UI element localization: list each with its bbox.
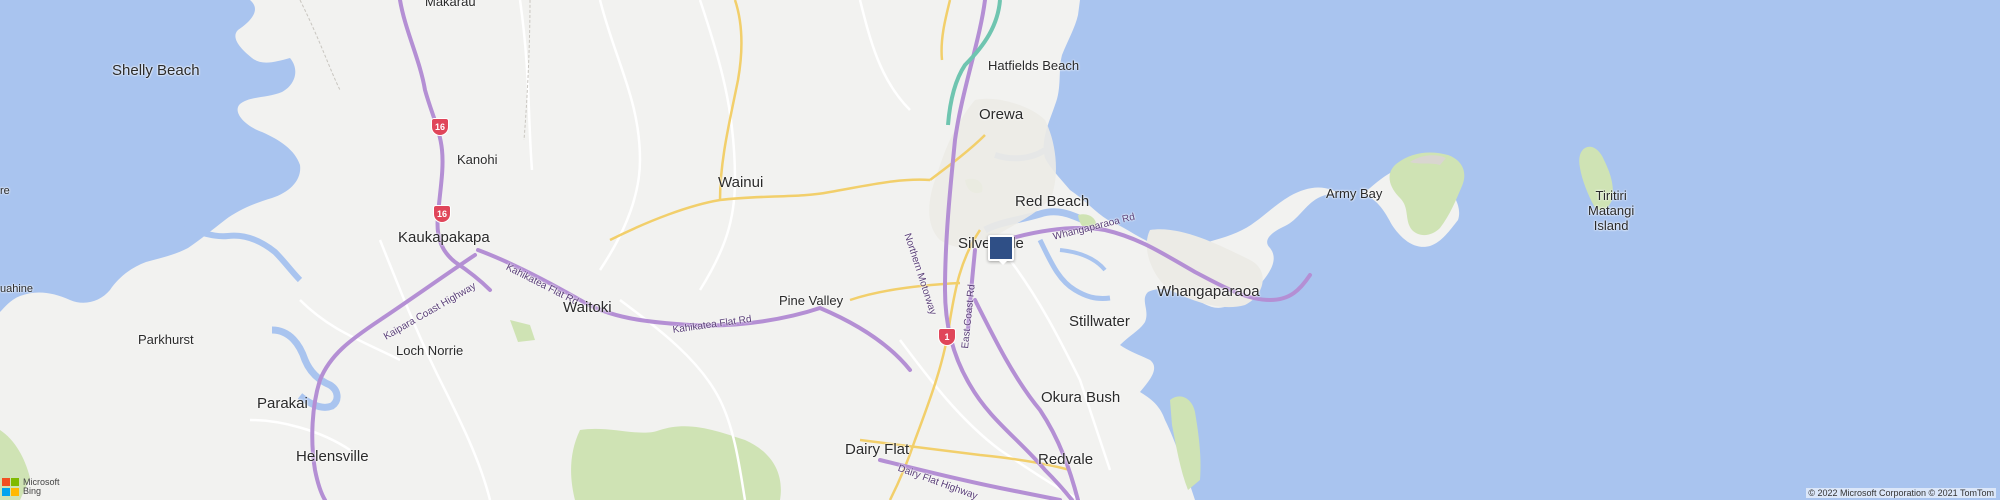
map-copyright: © 2022 Microsoft Corporation © 2021 TomT…: [1806, 488, 1996, 498]
place-label-kaukapakapa[interactable]: Kaukapakapa: [398, 229, 490, 246]
microsoft-logo-icon: [2, 478, 20, 496]
place-label-waitoki[interactable]: Waitoki: [563, 299, 612, 316]
location-marker-icon[interactable]: [988, 235, 1014, 265]
place-label-army-bay[interactable]: Army Bay: [1326, 186, 1382, 201]
sh16-shield-north: 16: [431, 118, 449, 136]
sh1-shield: 1: [938, 328, 956, 346]
place-label-edge-partial[interactable]: re: [0, 185, 10, 197]
map-canvas[interactable]: 16 16 1 Northern Motorway Whangaparaoa R…: [0, 0, 2000, 500]
place-label-parakai[interactable]: Parakai: [257, 395, 308, 412]
place-label-pine-valley[interactable]: Pine Valley: [779, 293, 843, 308]
place-label-makarau[interactable]: Makarau: [425, 0, 476, 9]
place-label-okura-bush[interactable]: Okura Bush: [1041, 389, 1120, 406]
place-label-loch-norrie[interactable]: Loch Norrie: [396, 343, 463, 358]
place-label-wainui[interactable]: Wainui: [718, 174, 763, 191]
place-label-orewa[interactable]: Orewa: [979, 106, 1023, 123]
island-name-line3: Island: [1593, 218, 1629, 233]
bing-logo-text: Microsoft Bing: [23, 478, 60, 496]
island-name-line1: Tiritiri: [1595, 188, 1627, 203]
place-label-kuahine-partial[interactable]: uahine: [0, 283, 33, 295]
sh16-shield-south: 16: [433, 205, 451, 223]
place-label-kanohi[interactable]: Kanohi: [457, 152, 497, 167]
place-label-redvale[interactable]: Redvale: [1038, 451, 1093, 468]
place-label-hatfields-beach[interactable]: Hatfields Beach: [988, 58, 1079, 73]
place-label-dairy-flat[interactable]: Dairy Flat: [845, 441, 909, 458]
place-label-helensville[interactable]: Helensville: [296, 448, 369, 465]
place-label-red-beach[interactable]: Red Beach: [1015, 193, 1089, 210]
place-label-stillwater[interactable]: Stillwater: [1069, 313, 1130, 330]
place-label-parkhurst[interactable]: Parkhurst: [138, 332, 194, 347]
bing-attribution[interactable]: Microsoft Bing: [2, 478, 60, 496]
place-label-whangaparaoa[interactable]: Whangaparaoa: [1157, 283, 1260, 300]
place-label-tiritiri-matangi[interactable]: Tiritiri Matangi Island: [1588, 188, 1634, 233]
bing-logo-line2: Bing: [23, 486, 42, 496]
place-label-shelly-beach[interactable]: Shelly Beach: [112, 62, 200, 79]
island-name-line2: Matangi: [1588, 203, 1635, 218]
